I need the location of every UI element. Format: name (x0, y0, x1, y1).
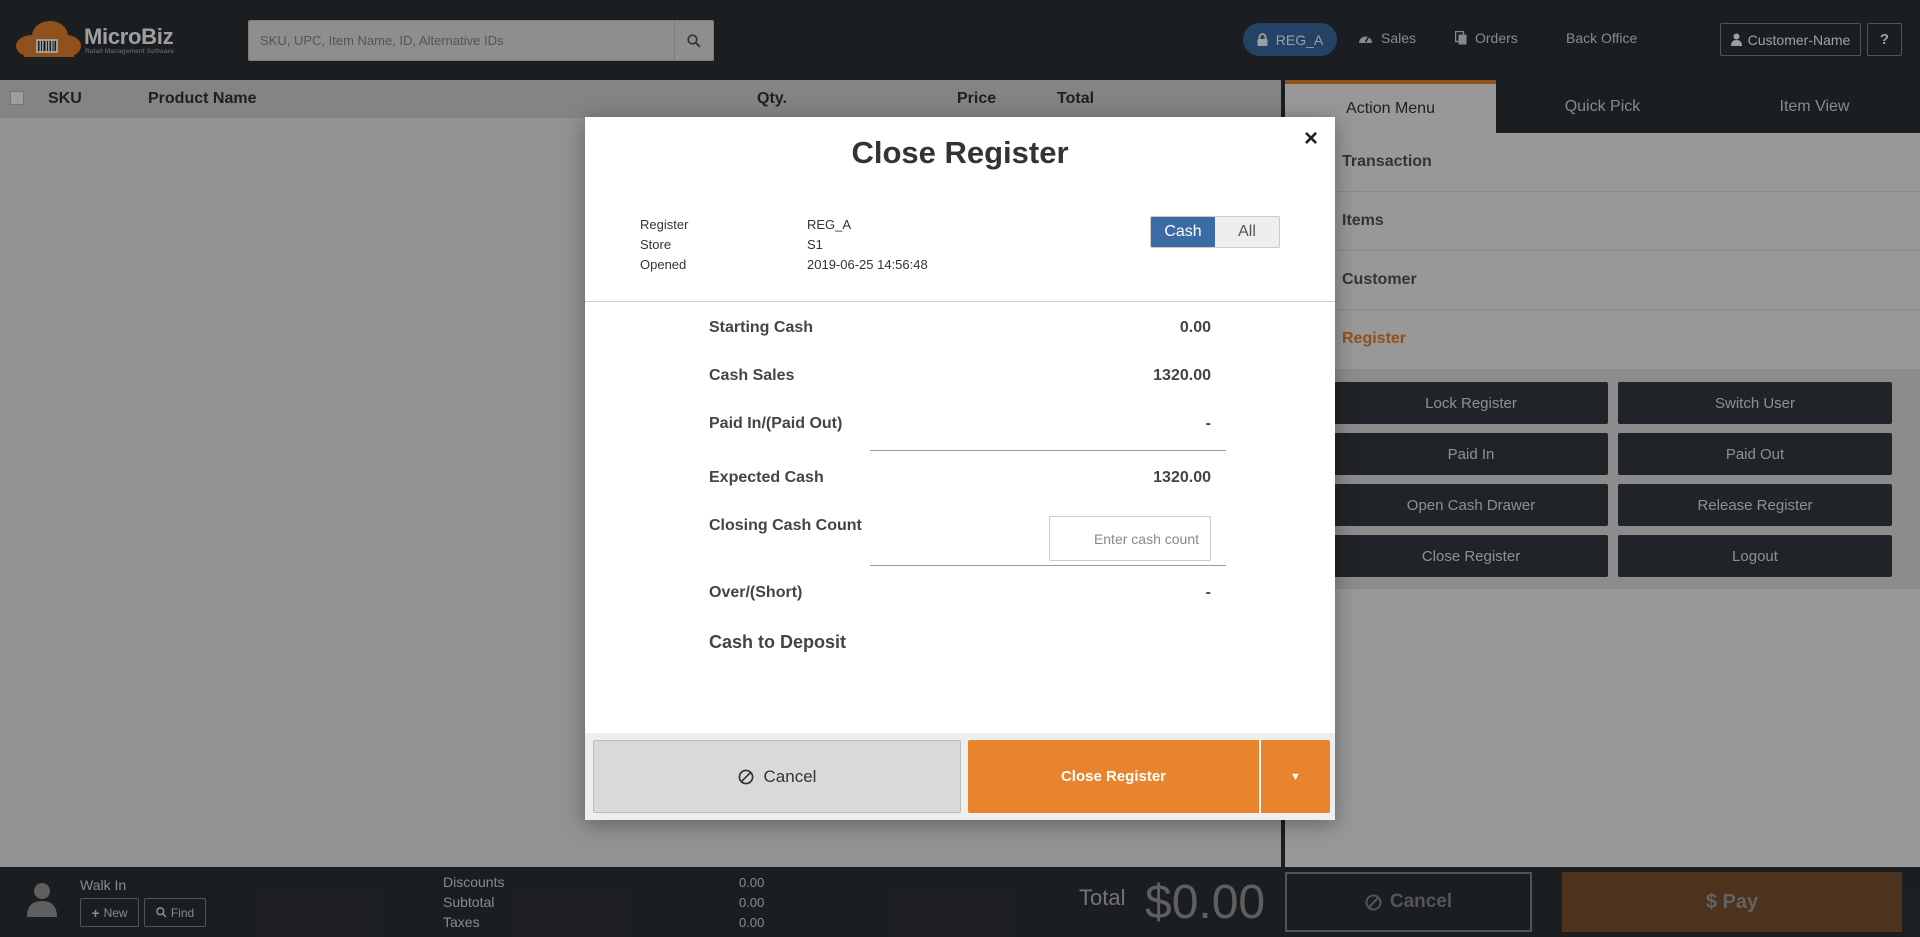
opened-label: Opened (640, 257, 687, 272)
dialog-title: Close Register (851, 135, 1069, 170)
dialog-divider (585, 301, 1335, 302)
opened-value: 2019-06-25 14:56:48 (807, 257, 928, 272)
close-register-dialog: Close Register × Register REG_A Store S1… (585, 117, 1335, 820)
dialog-cancel-label: Cancel (763, 766, 817, 786)
starting-cash-value: 0.00 (1179, 319, 1211, 336)
expected-cash-label: Expected Cash (709, 469, 824, 486)
cash-all-toggle: Cash All (1150, 216, 1280, 248)
dialog-footer: Cancel Close Register ▼ (585, 733, 1335, 820)
dialog-cancel-button[interactable]: Cancel (593, 740, 961, 813)
close-icon[interactable]: × (1304, 125, 1318, 153)
over-short-divider (870, 565, 1226, 566)
register-label: Register (640, 217, 689, 232)
closing-cash-count-input[interactable] (1049, 516, 1211, 561)
store-label: Store (640, 237, 672, 252)
over-short-value: - (1205, 584, 1211, 601)
paid-in-out-value: - (1205, 415, 1211, 432)
ban-icon (738, 769, 753, 784)
toggle-cash[interactable]: Cash (1151, 217, 1215, 247)
cash-sales-value: 1320.00 (1153, 367, 1211, 384)
over-short-label: Over/(Short) (709, 584, 803, 601)
paid-in-out-label: Paid In/(Paid Out) (709, 415, 843, 432)
close-register-options-button[interactable]: ▼ (1260, 740, 1330, 813)
cash-sales-label: Cash Sales (709, 367, 795, 384)
closing-cash-count-label: Closing Cash Count (709, 517, 862, 534)
expected-cash-value: 1320.00 (1153, 469, 1211, 486)
caret-down-icon: ▼ (1290, 770, 1301, 783)
expected-divider (870, 450, 1226, 451)
cash-to-deposit-label: Cash to Deposit (709, 632, 847, 652)
close-register-button[interactable]: Close Register (968, 740, 1259, 813)
store-value: S1 (807, 237, 823, 252)
register-value: REG_A (807, 217, 852, 232)
starting-cash-label: Starting Cash (709, 319, 814, 336)
toggle-all[interactable]: All (1215, 217, 1279, 247)
